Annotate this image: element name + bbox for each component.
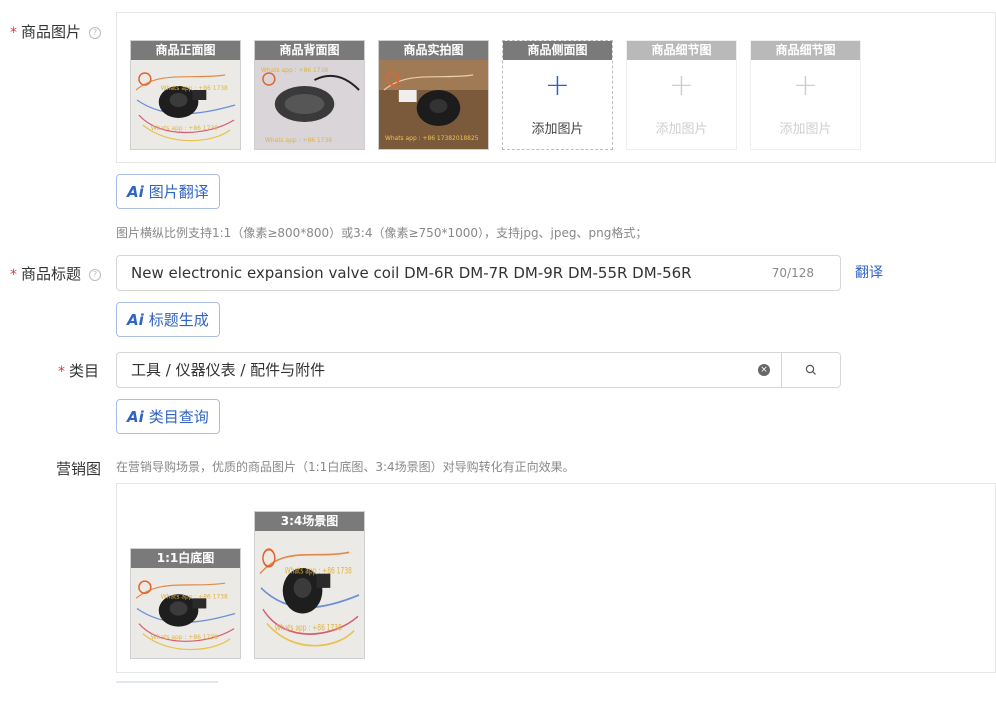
- marketing-images-panel: [116, 483, 996, 673]
- marketing-image-title: 1:1白底图: [131, 549, 240, 568]
- required-mark: *: [10, 25, 17, 41]
- product-title-value: New electronic expansion valve coil DM-6…: [131, 264, 692, 282]
- ai-icon: Ai: [127, 407, 144, 426]
- search-icon: [805, 364, 816, 375]
- image-slot-title: 商品实拍图: [379, 41, 488, 60]
- image-slot-title: 商品细节图: [627, 41, 736, 60]
- required-mark: *: [10, 267, 17, 283]
- marketing-label: 营销图: [56, 460, 102, 478]
- image-translate-button[interactable]: Ai 图片翻译: [116, 174, 220, 209]
- category-input[interactable]: 工具 / 仪器仪表 / 配件与附件 ×: [116, 352, 782, 388]
- image-slot-detail-1: 商品细节图 + 添加图片: [626, 40, 737, 150]
- product-title-input[interactable]: New electronic expansion valve coil DM-6…: [116, 255, 841, 291]
- help-icon[interactable]: ?: [89, 27, 102, 39]
- title-generate-button[interactable]: Ai 标题生成: [116, 302, 220, 337]
- add-image-label: 添加图片: [655, 122, 708, 137]
- product-photo: [131, 568, 240, 658]
- product-photo: [255, 60, 364, 149]
- image-translate-label: 图片翻译: [148, 183, 209, 201]
- image-slot-real[interactable]: 商品实拍图: [378, 40, 489, 150]
- plus-icon: +: [668, 68, 695, 103]
- image-slot-detail-2: 商品细节图 + 添加图片: [750, 40, 861, 150]
- translate-link[interactable]: 翻译: [855, 262, 883, 282]
- required-mark: *: [58, 364, 65, 380]
- image-slot-side[interactable]: 商品侧面图 + 添加图片: [502, 40, 613, 150]
- marketing-image-title: 3:4场景图: [255, 512, 364, 531]
- marketing-image-3x4[interactable]: 3:4场景图: [254, 511, 365, 659]
- image-slot-title: 商品侧面图: [503, 41, 612, 60]
- product-photo: [255, 531, 364, 658]
- product-photo: [379, 60, 488, 149]
- add-image-label: 添加图片: [531, 122, 584, 137]
- product-photo: [131, 60, 240, 149]
- plus-icon: +: [792, 68, 819, 103]
- image-slot-title: 商品背面图: [255, 41, 364, 60]
- image-slot-front[interactable]: 商品正面图: [130, 40, 241, 150]
- clear-icon[interactable]: ×: [758, 364, 770, 376]
- product-images-label-text: 商品图片: [21, 23, 82, 41]
- add-image-label: 添加图片: [779, 122, 832, 137]
- title-char-counter: 70/128: [771, 266, 814, 280]
- product-images-label: * 商品图片?: [10, 21, 102, 42]
- category-label: * 类目: [58, 360, 99, 381]
- ai-icon: Ai: [127, 182, 144, 201]
- product-title-label: * 商品标题?: [10, 263, 102, 284]
- category-query-button[interactable]: Ai 类目查询: [116, 399, 220, 434]
- plus-icon: +: [544, 68, 571, 103]
- category-query-label: 类目查询: [148, 408, 209, 426]
- image-format-hint: 图片横纵比例支持1:1（像素≥800*800）或3:4（像素≥750*1000）…: [116, 226, 648, 240]
- ai-icon: Ai: [127, 310, 144, 329]
- category-search-button[interactable]: [781, 352, 841, 388]
- category-label-text: 类目: [69, 362, 100, 380]
- product-title-label-text: 商品标题: [21, 265, 82, 283]
- image-slot-title: 商品细节图: [751, 41, 860, 60]
- image-slot-title: 商品正面图: [131, 41, 240, 60]
- category-value: 工具 / 仪器仪表 / 配件与附件: [131, 361, 326, 379]
- help-icon[interactable]: ?: [89, 269, 102, 281]
- divider: [116, 681, 218, 683]
- title-generate-label: 标题生成: [148, 311, 209, 329]
- marketing-hint: 在营销导购场景，优质的商品图片（1:1白底图、3:4场景图）对导购转化有正向效果…: [116, 460, 575, 474]
- marketing-image-1x1[interactable]: 1:1白底图: [130, 548, 241, 659]
- image-slot-back[interactable]: 商品背面图: [254, 40, 365, 150]
